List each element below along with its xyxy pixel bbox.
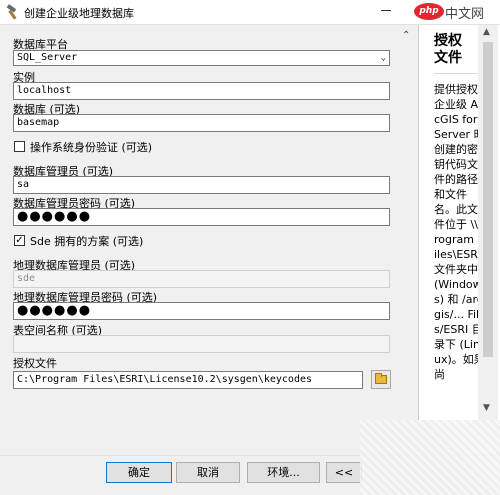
dbadmin-input[interactable]: sa xyxy=(13,176,390,194)
environments-button[interactable]: 环境... xyxy=(247,462,320,483)
scrollbar-thumb[interactable] xyxy=(483,42,493,357)
platform-value: SQL_Server xyxy=(17,52,78,63)
title-bar: 创建企业级地理数据库 php 中文网 xyxy=(0,0,500,25)
scroll-down-arrow-icon[interactable]: ▼ xyxy=(483,403,490,413)
tool-parameters: 数据库平台 SQL_Server ⌄ 实例 localhost 数据库 (可选)… xyxy=(0,25,398,495)
chevron-up-icon[interactable]: ⌃ xyxy=(402,30,410,41)
auth-file-input[interactable]: C:\Program Files\ESRI\License10.2\sysgen… xyxy=(13,371,363,389)
ok-button[interactable]: 确定 xyxy=(106,462,172,483)
help-scrollbar[interactable]: ▲ ▼ xyxy=(478,25,498,420)
watermark-logo: php 中文网 xyxy=(414,2,500,22)
dbadmin-password-input[interactable]: ●●●●●● xyxy=(13,208,390,226)
minimize-button[interactable] xyxy=(381,10,391,11)
database-input[interactable]: basemap xyxy=(13,114,390,132)
window-title: 创建企业级地理数据库 xyxy=(24,7,134,20)
scroll-up-arrow-icon[interactable]: ▲ xyxy=(483,27,490,37)
gdb-admin-password-input[interactable]: ●●●●●● xyxy=(13,302,390,320)
os-auth-label: 操作系统身份验证 (可选) xyxy=(30,141,153,154)
help-title: 授权文件 xyxy=(434,33,462,66)
hammer-icon xyxy=(6,4,17,20)
folder-icon xyxy=(375,373,387,384)
sde-schema-checkbox[interactable]: ✓ xyxy=(14,235,25,246)
instance-input[interactable]: localhost xyxy=(13,82,390,100)
platform-select[interactable]: SQL_Server ⌄ xyxy=(13,50,390,66)
cancel-button[interactable]: 取消 xyxy=(176,462,240,483)
gdb-admin-input: sde xyxy=(13,270,390,288)
chevron-down-icon[interactable]: ⌄ xyxy=(381,51,386,65)
browse-folder-button[interactable] xyxy=(371,370,391,389)
sde-schema-label: Sde 拥有的方案 (可选) xyxy=(30,235,144,248)
os-auth-checkbox[interactable] xyxy=(14,141,25,152)
watermark-badge: php xyxy=(414,3,444,20)
watermark-text: 中文网 xyxy=(445,7,485,22)
hide-help-button[interactable]: << xyxy=(326,462,362,483)
auth-file-label: 授权文件 xyxy=(13,357,57,370)
watermark-overlay xyxy=(360,420,500,495)
tablespace-input xyxy=(13,335,390,353)
